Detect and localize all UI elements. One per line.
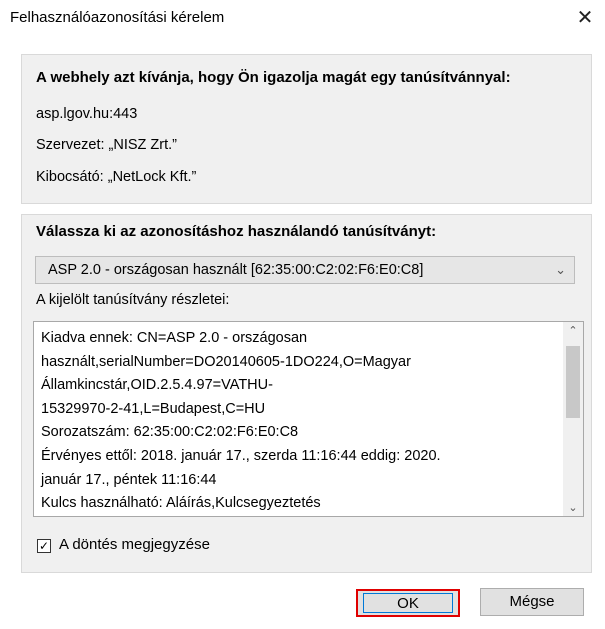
certificate-details-text: Kiadva ennek: CN=ASP 2.0 - országosan has…: [41, 327, 556, 516]
site-info-heading: A webhely azt kívánja, hogy Ön igazolja …: [36, 69, 511, 86]
certificate-details-box[interactable]: Kiadva ennek: CN=ASP 2.0 - országosan has…: [33, 321, 584, 517]
remember-label: A döntés megjegyzése: [59, 536, 210, 553]
chevron-down-icon: ⌄: [555, 262, 566, 277]
details-line: Kiadva ennek: CN=ASP 2.0 - országosan: [41, 330, 308, 346]
dialog-title: Felhasználóazonosítási kérelem: [10, 9, 225, 26]
details-label: A kijelölt tanúsítvány részletei:: [36, 292, 230, 308]
details-scrollbar[interactable]: ⌃ ⌄: [563, 322, 583, 516]
certificate-dropdown[interactable]: ASP 2.0 - országosan használt [62:35:00:…: [35, 256, 575, 284]
certificate-panel: Válassza ki az azonosításhoz használandó…: [21, 214, 592, 573]
details-line: 15329970-2-41,L=Budapest,C=HU: [41, 400, 266, 417]
details-line: Sorozatszám: 62:35:00:C2:02:F6:E0:C8: [41, 424, 299, 441]
site-host: asp.lgov.hu:443: [36, 106, 138, 122]
remember-checkbox[interactable]: ✓: [37, 539, 51, 553]
scroll-thumb[interactable]: [566, 346, 580, 418]
close-icon[interactable]: ✕: [572, 4, 598, 30]
site-info-panel: A webhely azt kívánja, hogy Ön igazolja …: [21, 54, 592, 204]
details-line: január 17., péntek 11:16:44: [41, 471, 217, 488]
details-line: Államkincstár,OID.2.5.4.97=VATHU-: [41, 377, 273, 394]
ok-button[interactable]: OK: [356, 589, 460, 617]
cancel-button-label: Mégse: [509, 593, 555, 610]
certificate-heading: Válassza ki az azonosításhoz használandó…: [36, 223, 437, 240]
details-line: használt,serialNumber=DO20140605-1DO224,…: [41, 353, 411, 370]
scroll-up-icon[interactable]: ⌃: [563, 324, 583, 337]
details-line: Kulcs használható: Aláírás,Kulcsegyeztet…: [41, 495, 321, 512]
scroll-down-icon[interactable]: ⌄: [563, 501, 583, 514]
ok-button-label: OK: [397, 595, 419, 612]
site-issuer: Kibocsátó: „NetLock Kft.”: [36, 169, 197, 185]
certificate-dropdown-value: ASP 2.0 - országosan használt [62:35:00:…: [48, 262, 424, 278]
cancel-button[interactable]: Mégse: [480, 588, 584, 616]
site-organization: Szervezet: „NISZ Zrt.”: [36, 137, 177, 153]
details-line: Érvényes ettől: 2018. január 17., szerda…: [41, 447, 441, 464]
